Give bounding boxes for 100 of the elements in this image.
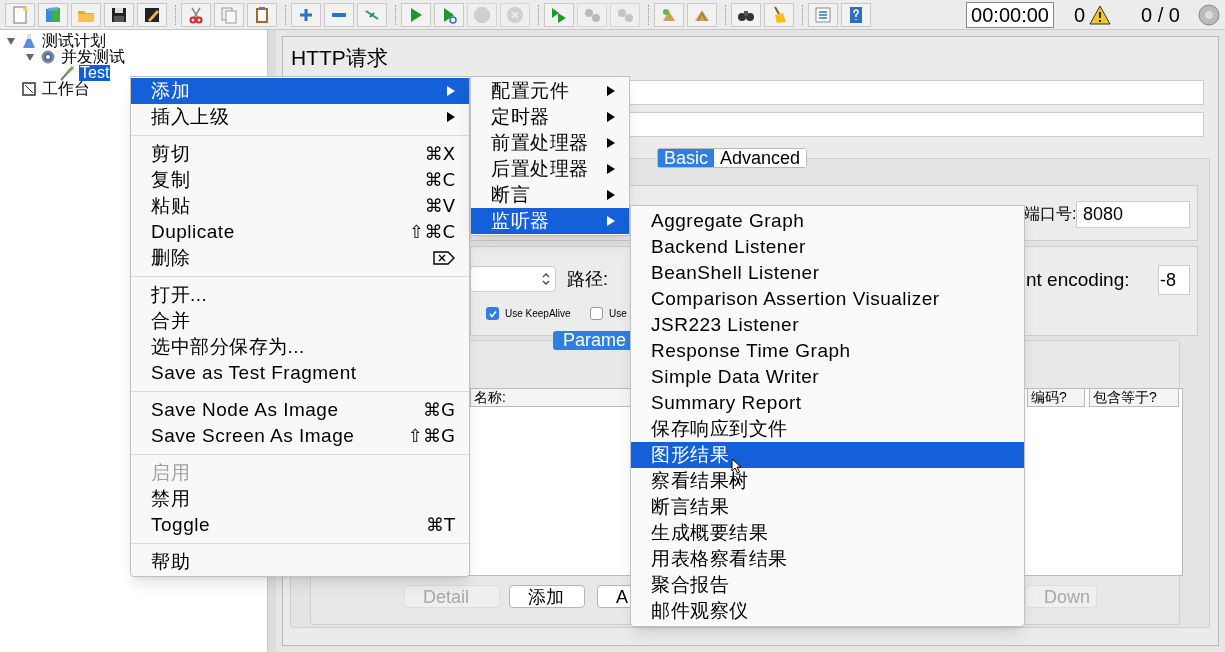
shortcut-label: ⌘G	[423, 399, 455, 421]
menu-item[interactable]: 打开...	[131, 282, 469, 308]
encoding-field[interactable]: -8	[1158, 265, 1190, 295]
menu-item-label: 复制	[151, 169, 190, 191]
shortcut-label: ⇧⌘G	[407, 425, 455, 447]
toolbar-button[interactable]	[104, 2, 134, 27]
menu-item[interactable]: 断言结果	[631, 494, 1024, 520]
menu-item-label: 定时器	[491, 106, 550, 128]
menu-item[interactable]: 保存响应到文件	[631, 416, 1024, 442]
menu-item[interactable]: Comparison Assertion Visualizer	[631, 286, 1024, 312]
menu-item-label: 聚合报告	[651, 574, 729, 596]
menu-item-label: Duplicate	[151, 221, 235, 243]
field-label: 端口号:	[1024, 204, 1077, 224]
menu-item[interactable]: 禁用	[131, 486, 469, 512]
shortcut-label: ⌘T	[426, 514, 455, 536]
menu-item[interactable]: 删除	[131, 245, 469, 271]
menu-item[interactable]: 前置处理器	[471, 130, 629, 156]
timer-display: 00:00:00	[966, 1, 1054, 28]
menu-item-label: 前置处理器	[491, 132, 589, 154]
menu-item[interactable]: 剪切 ⌘X	[131, 141, 469, 167]
menu-item[interactable]: 合并	[131, 308, 469, 334]
menu-item-label: Aggregate Graph	[651, 210, 805, 232]
expanded-arrow-icon[interactable]	[25, 52, 35, 62]
menu-item[interactable]: Toggle ⌘T	[131, 512, 469, 538]
action-button[interactable]: 添加	[509, 585, 585, 608]
copy-icon	[219, 4, 239, 25]
status-icon	[1198, 3, 1220, 26]
menu-item-label: Backend Listener	[651, 236, 806, 258]
new-file-icon	[10, 4, 30, 25]
warning-icon	[1089, 4, 1112, 25]
menu-item[interactable]: 插入上级	[131, 104, 469, 130]
menu-item-label: 后置处理器	[491, 158, 589, 180]
menu-item[interactable]: 选中部分保存为...	[131, 334, 469, 360]
menu-item[interactable]: Simple Data Writer	[631, 364, 1024, 390]
menu-item-label: 断言结果	[651, 496, 729, 518]
minus-icon	[332, 12, 346, 17]
menu-item-label: 插入上级	[151, 106, 229, 128]
tree-item[interactable]: 工作台	[41, 81, 91, 97]
menu-item-label: JSR223 Listener	[651, 314, 799, 336]
menu-item-label: 保存响应到文件	[651, 418, 788, 440]
toolbar-button[interactable]	[137, 2, 167, 27]
tree-item[interactable]: 测试计划	[41, 33, 107, 49]
menu-item[interactable]: BeanShell Listener	[631, 260, 1024, 286]
menu-item[interactable]: Aggregate Graph	[631, 208, 1024, 234]
menu-item-label: 生成概要结果	[651, 522, 768, 544]
menu-item[interactable]: 粘贴 ⌘V	[131, 193, 469, 219]
expanded-arrow-icon[interactable]	[6, 36, 16, 46]
menu-item[interactable]: 用表格察看结果	[631, 546, 1024, 572]
tree-item[interactable]: Test	[79, 65, 111, 81]
panel-title: HTTP请求	[291, 46, 388, 70]
shortcut-label: ⇧⌘C	[409, 221, 455, 243]
menu-item-label: 用表格察看结果	[651, 548, 788, 570]
menu-item-label: 察看结果树	[651, 470, 749, 492]
menu-item[interactable]: 后置处理器	[471, 156, 629, 182]
menu-item[interactable]: 察看结果树	[631, 468, 1024, 494]
menu-item-label: 配置元件	[491, 80, 569, 102]
menu-item-label: 图形结果	[651, 444, 729, 466]
menu-item[interactable]: Save as Test Fragment	[131, 360, 469, 386]
menu-item[interactable]: 断言	[471, 182, 629, 208]
checkbox[interactable]	[590, 307, 603, 320]
menu-item-label: Toggle	[151, 514, 210, 536]
menu-item-label: 断言	[491, 184, 530, 206]
menu-item[interactable]: 复制 ⌘C	[131, 167, 469, 193]
menu-item[interactable]: Duplicate ⇧⌘C	[131, 219, 469, 245]
stop-sign-icon	[472, 4, 492, 25]
menu-item-label: 添加	[151, 80, 190, 102]
toolbar-button[interactable]	[731, 2, 761, 27]
field-label: nt encoding:	[1026, 270, 1130, 290]
menu-item[interactable]: 生成概要结果	[631, 520, 1024, 546]
menu-item-label: Save Screen As Image	[151, 425, 355, 447]
column-header: 编码?	[1027, 388, 1085, 407]
book-icon	[43, 4, 63, 25]
menu-item[interactable]: Backend Listener	[631, 234, 1024, 260]
menu-item-label: Save as Test Fragment	[151, 362, 357, 384]
menu-item[interactable]: Save Screen As Image ⇧⌘G	[131, 423, 469, 449]
menu-item-label: 粘贴	[151, 195, 190, 217]
tree-item[interactable]: 并发测试	[60, 49, 126, 65]
gear-icon	[40, 49, 56, 65]
menu-item[interactable]: Save Node As Image ⌘G	[131, 397, 469, 423]
menu-item[interactable]: 定时器	[471, 104, 629, 130]
warning-count: 0	[1073, 2, 1086, 28]
pipette-icon	[59, 65, 75, 81]
port-field[interactable]: 8080	[1076, 201, 1190, 228]
dropdown-field[interactable]	[470, 266, 556, 292]
checkbox[interactable]	[486, 307, 499, 320]
menu-item-label: BeanShell Listener	[651, 262, 820, 284]
menu-item[interactable]: 帮助	[131, 549, 469, 575]
field-label: 路径:	[567, 269, 608, 289]
flask-icon	[21, 33, 37, 49]
menu-item-label: 禁用	[151, 488, 190, 510]
menu-item[interactable]: 图形结果	[631, 442, 1024, 468]
menu-item-label: 删除	[151, 247, 190, 269]
menu-item[interactable]: 添加	[131, 78, 469, 104]
menu-item[interactable]: 配置元件	[471, 78, 629, 104]
menu-item-label: 邮件观察仪	[651, 600, 749, 622]
tab[interactable]: Basic	[658, 149, 714, 167]
menu-item-label: 帮助	[151, 551, 190, 573]
menu-item[interactable]: 监听器	[471, 208, 629, 234]
thread-count: 0 / 0	[1141, 2, 1180, 28]
checkbox-label: Use	[609, 308, 627, 320]
